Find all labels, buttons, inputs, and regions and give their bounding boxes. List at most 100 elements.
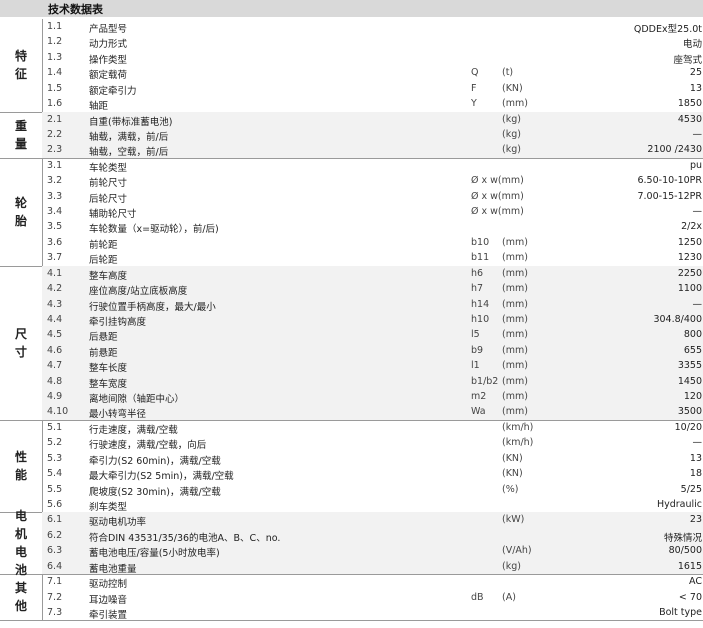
- row-number: 3.4: [47, 206, 63, 218]
- table-row: 2.1 自重(带标准蓄电池) (kg) 4530: [42, 111, 703, 128]
- row-unit: (t): [502, 67, 514, 79]
- row-symbol: F: [471, 82, 477, 94]
- row-name: 蓄电池重量: [89, 563, 137, 575]
- table-row: 4.8 整车宽度 b1/b2 (mm) 1450: [42, 373, 703, 390]
- group-label-text: 重量: [14, 118, 27, 151]
- tech-data-sheet: 技术数据表 特征 1.1 产品型号 QDDEx型25.0t 1.2 动力形式 电动 1.3 操作…: [0, 0, 703, 628]
- row-symbol: Wa: [471, 406, 486, 418]
- row-unit: (km/h): [502, 421, 534, 433]
- row-symbol: Ø x w(mm): [471, 206, 524, 218]
- row-number: 5.1: [47, 421, 63, 433]
- row-unit: (kg): [502, 144, 521, 156]
- row-name: 刹车类型: [89, 502, 128, 513]
- table-row: 6.1 驱动电机功率 (kW) 23: [42, 512, 703, 529]
- row-name: 后悬距: [89, 332, 118, 344]
- row-value: 2250: [677, 267, 702, 279]
- row-value: 10/20: [674, 421, 702, 433]
- table-row: 4.2 座位高度/站立底板高度 h7 (mm) 1100: [42, 281, 703, 298]
- row-unit: (%): [502, 483, 519, 495]
- row-symbol: h14: [471, 298, 490, 310]
- row-value: 13: [689, 452, 702, 464]
- row-number: 4.3: [47, 298, 63, 310]
- row-unit: (V/Ah): [502, 545, 532, 557]
- row-value: 23: [689, 514, 702, 526]
- table-row: 1.4 额定载荷 Q (t) 25: [42, 65, 703, 82]
- row-name: 额定载荷: [89, 70, 128, 82]
- row-unit: (kW): [502, 514, 525, 526]
- row-number: 7.1: [47, 576, 63, 588]
- row-number: 4.4: [47, 313, 63, 325]
- row-name: 前轮距: [89, 239, 118, 251]
- row-value: 1615: [677, 560, 702, 572]
- row-name: 行走速度，满载/空载: [89, 424, 178, 436]
- table-row: 1.2 动力形式 电动: [42, 34, 703, 50]
- row-unit: (mm): [502, 236, 528, 248]
- row-value: —: [692, 437, 703, 449]
- row-name: 后轮距: [89, 255, 118, 267]
- group-label: 其他: [0, 574, 43, 621]
- row-name: 行驶速度，满载/空载，向后: [89, 440, 207, 452]
- table-row: 3.5 车轮数量（x=驱动轮），前/后) 2/2x: [42, 219, 703, 235]
- row-number: 1.4: [47, 67, 63, 79]
- row-value: 4530: [677, 113, 702, 125]
- row-number: 4.10: [47, 406, 69, 418]
- table-row: 5.2 行驶速度，满载/空载，向后 (km/h) —: [42, 435, 703, 452]
- table-row: 5.6 刹车类型 Hydraulic: [42, 497, 703, 513]
- row-name: 轴距: [89, 101, 109, 113]
- row-name: 符合DIN 43531/35/36的电池A、B、C、no.: [89, 532, 281, 544]
- row-unit: (KN): [502, 468, 523, 480]
- table-row: 5.1 行走速度，满载/空载 (km/h) 10/20: [42, 420, 703, 436]
- table-row: 1.3 操作类型 座驾式: [42, 50, 703, 66]
- group-label: 轮胎: [0, 157, 43, 266]
- row-value: pu: [689, 159, 702, 171]
- row-number: 4.8: [47, 375, 63, 387]
- row-name: 前轮尺寸: [89, 178, 128, 190]
- row-value: 304.8/400: [653, 313, 702, 325]
- table-row: 4.5 后悬距 l5 (mm) 800: [42, 327, 703, 344]
- group-label: 电机电池: [0, 509, 43, 577]
- group-label: 性能: [0, 419, 43, 513]
- row-number: 3.3: [47, 190, 63, 202]
- row-number: 4.9: [47, 391, 63, 403]
- table-row: 3.3 后轮尺寸 Ø x w(mm) 7.00-15-12PR: [42, 189, 703, 205]
- row-number: 4.1: [47, 267, 63, 279]
- row-number: 7.3: [47, 606, 63, 618]
- row-value: AC: [689, 576, 702, 588]
- row-unit: (mm): [502, 267, 528, 279]
- group-label: 特征: [0, 19, 43, 112]
- row-name: 驱动电机功率: [89, 517, 147, 529]
- row-name: 最大牵引力(S2 5min)，满载/空载: [89, 471, 234, 483]
- row-value: Hydraulic: [656, 499, 702, 510]
- table-row: 5.5 爬坡度(S2 30min)，满载/空载 (%) 5/25: [42, 482, 703, 498]
- row-name: 牵引挂钩高度: [89, 316, 147, 328]
- row-value: 800: [683, 329, 702, 341]
- row-name: 座位高度/站立底板高度: [89, 286, 188, 298]
- row-value: 18: [689, 468, 702, 480]
- spec-group: 其他 7.1 驱动控制 AC 7.2 耳边噪音 dB (A) < 70 7.3 牵引装置 Bolt t…: [0, 574, 703, 622]
- row-number: 2.1: [47, 113, 63, 125]
- row-unit: (kg): [502, 128, 521, 140]
- row-value: 655: [683, 344, 702, 356]
- row-number: 6.2: [47, 529, 63, 541]
- row-name: 轴载，空载，前/后: [89, 147, 169, 159]
- table-row: 6.2 符合DIN 43531/35/36的电池A、B、C、no. 特殊情况: [42, 527, 703, 544]
- row-symbol: h6: [471, 267, 484, 279]
- row-number: 3.7: [47, 252, 63, 264]
- row-name: 整车高度: [89, 270, 128, 282]
- row-value: —: [692, 298, 703, 310]
- row-name: 牵引力(S2 60min)，满载/空载: [89, 455, 221, 467]
- table-row: 5.3 牵引力(S2 60min)，满载/空载 (KN) 13: [42, 451, 703, 467]
- row-number: 5.6: [47, 499, 63, 510]
- table-row: 6.3 蓄电池电压/容量(5小时放电率) (V/Ah) 80/500: [42, 543, 703, 559]
- group-label-text: 特征: [14, 49, 27, 82]
- spec-group: 特征 1.1 产品型号 QDDEx型25.0t 1.2 动力形式 电动 1.3 操作类型 座驾式 1…: [0, 19, 703, 113]
- row-value: QDDEx型25.0t: [633, 24, 702, 35]
- row-value: 3500: [677, 406, 702, 418]
- row-value: 2100 /2430: [647, 144, 702, 156]
- table-row: 3.2 前轮尺寸 Ø x w(mm) 6.50-10-10PR: [42, 173, 703, 190]
- row-value: Bolt type: [659, 606, 702, 618]
- row-number: 1.6: [47, 98, 63, 110]
- row-name: 驱动控制: [89, 579, 128, 591]
- row-symbol: l5: [471, 329, 480, 341]
- row-number: 6.4: [47, 560, 63, 572]
